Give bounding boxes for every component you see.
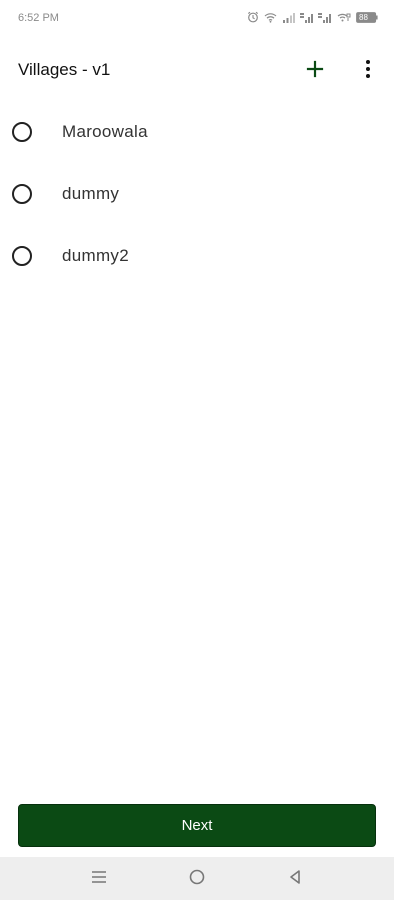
village-list: Maroowala dummy dummy2 [0, 101, 394, 287]
list-item-label: Maroowala [62, 122, 148, 141]
more-vert-icon [365, 59, 371, 84]
signal-2-icon [318, 12, 332, 23]
add-village-button[interactable] [302, 58, 328, 84]
page-title: Villages - v1 [18, 60, 111, 79]
system-nav-bar [0, 857, 394, 900]
recent-apps-button[interactable] [88, 868, 110, 890]
radio-button[interactable] [12, 246, 32, 266]
status-icons: 88 [247, 11, 378, 23]
status-time: 6:52 PM [18, 12, 59, 24]
radio-button[interactable] [12, 184, 32, 204]
alarm-icon [247, 11, 259, 23]
data-signal-icon [300, 12, 313, 23]
app-bar: Villages - v1 [0, 48, 394, 94]
back-triangle-icon [287, 868, 303, 891]
list-item[interactable]: Maroowala [0, 101, 394, 163]
menu-icon [90, 869, 108, 890]
plus-icon [306, 60, 324, 83]
screen: 6:52 PM 88 Villages - v1 Maroowala dummy… [0, 0, 394, 900]
signal-icon [282, 12, 295, 23]
home-button[interactable] [186, 868, 208, 890]
battery-icon: 88 [356, 11, 378, 23]
home-circle-icon [188, 868, 206, 891]
list-item-label: dummy2 [62, 246, 129, 265]
back-button[interactable] [284, 868, 306, 890]
more-options-button[interactable] [356, 58, 380, 84]
wifi-icon [264, 12, 277, 23]
status-bar: 6:52 PM 88 [0, 0, 394, 40]
battery-level: 88 [359, 12, 368, 22]
list-item-label: dummy [62, 184, 120, 203]
next-button[interactable]: Next [18, 804, 376, 847]
list-item[interactable]: dummy2 [0, 225, 394, 287]
radio-button[interactable] [12, 122, 32, 142]
vowifi-icon [337, 12, 351, 23]
list-item[interactable]: dummy [0, 163, 394, 225]
